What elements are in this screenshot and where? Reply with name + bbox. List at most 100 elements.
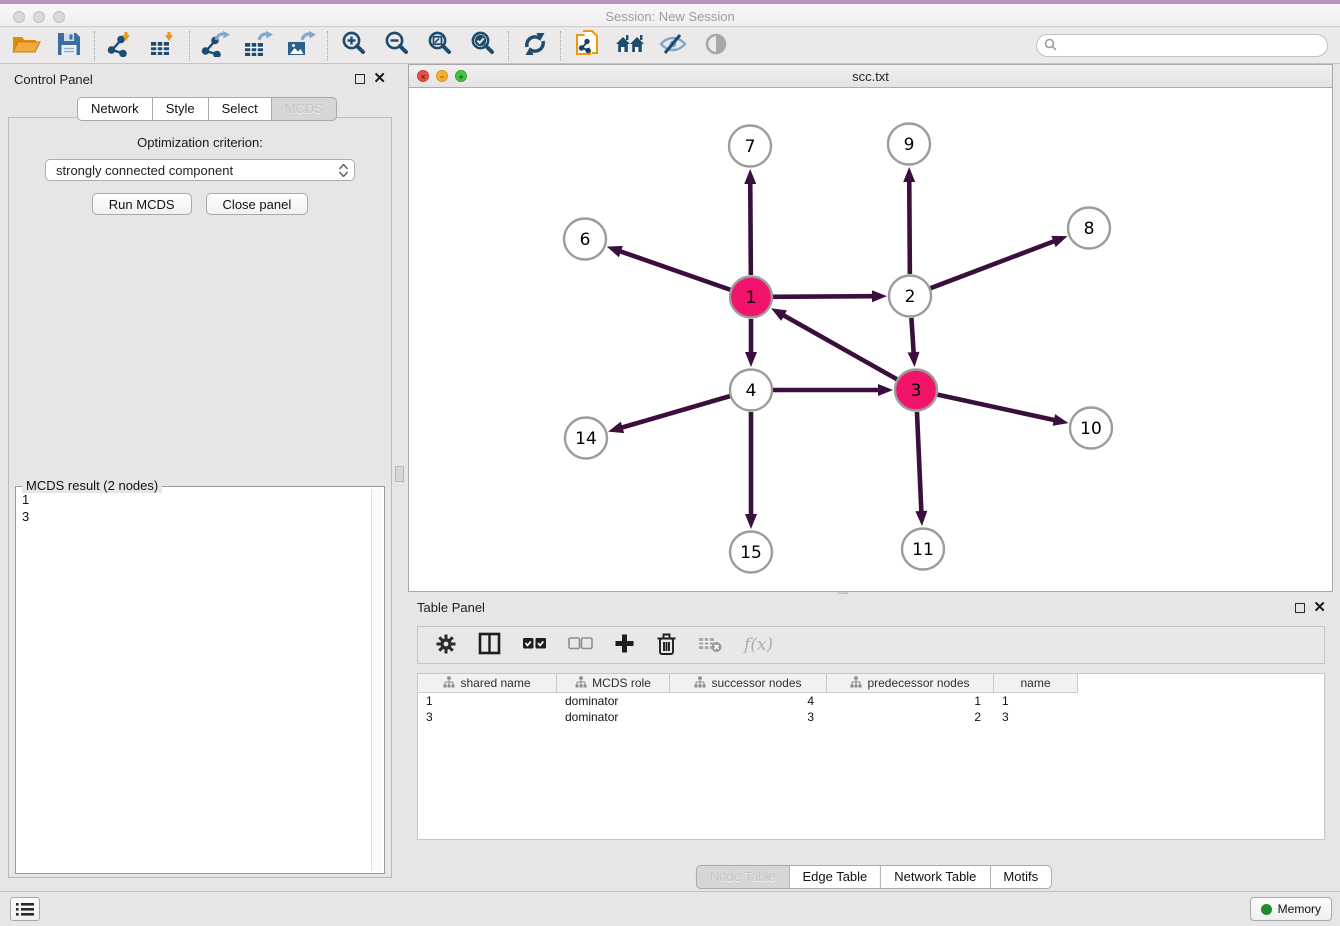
first-neighbors-icon <box>615 32 645 59</box>
edge-1-6[interactable] <box>619 251 730 290</box>
edge-2-9[interactable] <box>909 180 910 274</box>
column-header-successor-nodes[interactable]: successor nodes <box>670 674 827 693</box>
vertical-split-handle[interactable] <box>395 466 404 482</box>
cell[interactable]: 3 <box>670 709 827 725</box>
cell[interactable]: 1 <box>994 693 1078 709</box>
edge-2-8[interactable] <box>931 241 1056 288</box>
node-table-header: shared name MCDS role successor nodes prede… <box>418 674 1324 693</box>
cell[interactable]: dominator <box>557 709 670 725</box>
zoom-out-button[interactable] <box>375 30 418 62</box>
open-session-button[interactable] <box>4 30 47 62</box>
network-window-titlebar[interactable]: × − + scc.txt <box>409 65 1332 88</box>
column-header-shared-name[interactable]: shared name <box>418 674 557 693</box>
tab-node-table[interactable]: Node Table <box>696 865 790 889</box>
delete-column-button[interactable] <box>656 632 677 659</box>
close-panel-button[interactable]: Close panel <box>206 193 309 215</box>
toolbar-separator <box>327 31 328 61</box>
table-row: 3dominator323 <box>418 709 1324 725</box>
hierarchy-icon <box>694 676 706 691</box>
cell[interactable]: 3 <box>994 709 1078 725</box>
column-header-predecessor-nodes[interactable]: predecessor nodes <box>827 674 994 693</box>
hide-graphics-details-button[interactable] <box>651 30 694 62</box>
zoom-fit-button[interactable] <box>418 30 461 62</box>
table-toolbar: f(x) <box>417 626 1325 664</box>
cell[interactable]: 2 <box>827 709 994 725</box>
tab-style[interactable]: Style <box>153 97 209 121</box>
hierarchy-icon <box>850 676 862 691</box>
column-label: shared name <box>460 676 530 690</box>
close-table-panel-icon[interactable]: ✕ <box>1313 603 1326 613</box>
memory-label: Memory <box>1278 902 1321 916</box>
apply-layout-button[interactable] <box>513 30 556 62</box>
zoom-fit-icon <box>426 30 454 61</box>
float-panel-icon[interactable] <box>355 74 365 84</box>
tab-network[interactable]: Network <box>77 97 153 121</box>
mcds-result-item[interactable]: 1 <box>22 491 370 508</box>
add-column-button[interactable] <box>614 633 635 657</box>
select-all-button[interactable] <box>522 637 547 654</box>
hierarchy-icon <box>443 676 455 691</box>
close-panel-icon[interactable]: ✕ <box>373 74 386 84</box>
search-box[interactable] <box>1036 34 1328 57</box>
node-table: shared name MCDS role successor nodes prede… <box>417 673 1325 840</box>
import-network-button[interactable] <box>99 30 142 62</box>
cell[interactable]: 3 <box>418 709 557 725</box>
table-settings-button[interactable] <box>435 633 457 658</box>
column-header-name[interactable]: name <box>994 674 1078 693</box>
table-panel-title: Table Panel <box>417 600 485 615</box>
mcds-result-list[interactable]: 13 <box>22 491 370 871</box>
edge-2-3[interactable] <box>911 318 913 354</box>
run-mcds-button[interactable]: Run MCDS <box>92 193 192 215</box>
mcds-result-item[interactable]: 3 <box>22 508 370 525</box>
import-table-button[interactable] <box>142 30 185 62</box>
edge-4-14[interactable] <box>621 396 730 428</box>
node-label-15: 15 <box>740 543 762 563</box>
zoom-in-button[interactable] <box>332 30 375 62</box>
column-header-MCDS-role[interactable]: MCDS role <box>557 674 670 693</box>
zoom-out-icon <box>383 30 411 61</box>
tab-edge-table[interactable]: Edge Table <box>789 865 881 889</box>
tab-network-table[interactable]: Network Table <box>881 865 990 889</box>
column-label: successor nodes <box>711 676 801 690</box>
edge-3-10[interactable] <box>937 395 1055 421</box>
zoom-selected-icon <box>469 30 497 61</box>
tab-mcds[interactable]: MCDS <box>272 97 337 121</box>
zoom-selected-button[interactable] <box>461 30 504 62</box>
cell[interactable]: 4 <box>670 693 827 709</box>
hide-graphics-details-icon <box>659 32 687 59</box>
tab-select[interactable]: Select <box>209 97 272 121</box>
edge-1-7[interactable] <box>750 182 751 275</box>
cell[interactable]: 1 <box>418 693 557 709</box>
edge-3-11[interactable] <box>917 412 921 513</box>
mcds-result-scrollbar[interactable] <box>371 489 382 871</box>
search-icon <box>1044 38 1057 54</box>
show-columns-button[interactable] <box>478 632 501 658</box>
new-network-from-selection-button[interactable] <box>565 30 608 62</box>
network-overview-button[interactable] <box>694 30 737 62</box>
search-input[interactable] <box>1061 37 1327 55</box>
float-table-panel-icon[interactable] <box>1295 603 1305 613</box>
tab-motifs[interactable]: Motifs <box>990 865 1052 889</box>
export-table-button[interactable] <box>237 30 280 62</box>
memory-button[interactable]: Memory <box>1250 897 1332 921</box>
edge-arrow-4-15 <box>745 514 757 529</box>
export-network-button[interactable] <box>194 30 237 62</box>
network-canvas[interactable]: 7968124314101511 <box>409 88 1332 591</box>
edge-arrow-2-9 <box>903 167 915 182</box>
cell[interactable]: 1 <box>827 693 994 709</box>
edge-arrow-4-14 <box>608 422 624 434</box>
main-toolbar <box>0 28 1340 64</box>
edge-1-2[interactable] <box>773 296 874 297</box>
optimization-select[interactable]: strongly connected component <box>45 159 355 181</box>
export-image-icon <box>287 31 317 60</box>
export-image-button[interactable] <box>280 30 323 62</box>
cell[interactable]: dominator <box>557 693 670 709</box>
task-history-button[interactable] <box>10 897 40 921</box>
deselect-all-button[interactable] <box>568 637 593 654</box>
edge-3-1[interactable] <box>782 315 896 380</box>
function-builder-icon: f(x) <box>744 635 773 655</box>
node-label-8: 8 <box>1084 219 1095 239</box>
first-neighbors-button[interactable] <box>608 30 651 62</box>
node-label-6: 6 <box>580 230 591 250</box>
save-session-button[interactable] <box>47 30 90 62</box>
